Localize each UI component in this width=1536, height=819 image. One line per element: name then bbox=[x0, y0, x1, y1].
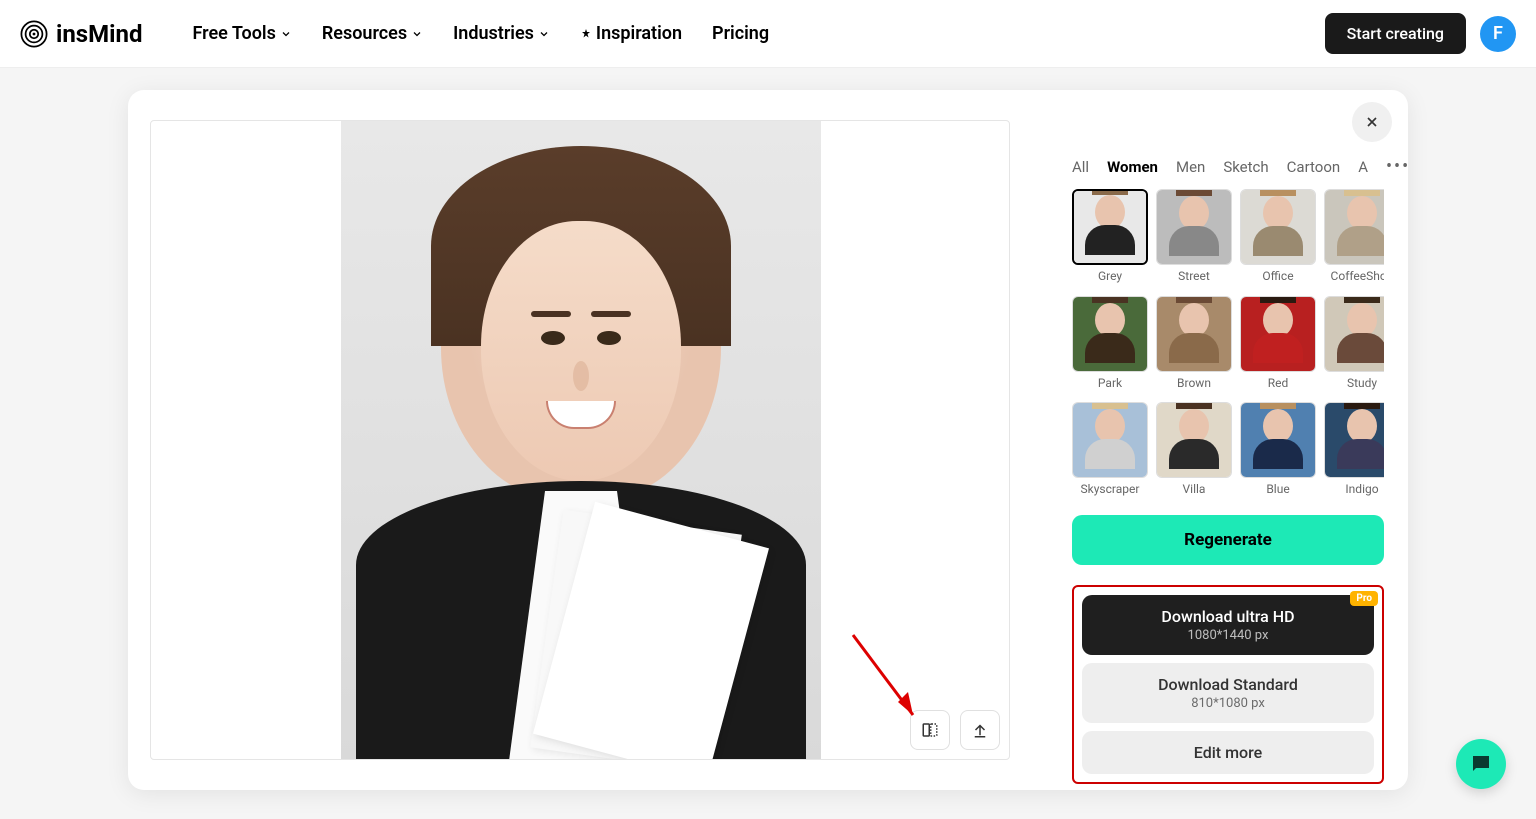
download-standard-button[interactable]: Download Standard 810*1080 px bbox=[1082, 663, 1374, 723]
avatar[interactable]: F bbox=[1480, 16, 1516, 52]
download-hd-title: Download ultra HD bbox=[1094, 607, 1362, 626]
style-blue[interactable]: Blue bbox=[1240, 402, 1316, 501]
nav-free-tools[interactable]: Free Tools bbox=[192, 23, 291, 44]
style-red[interactable]: Red bbox=[1240, 296, 1316, 395]
nav-label: Inspiration bbox=[596, 23, 682, 44]
style-label: Villa bbox=[1183, 482, 1206, 496]
regenerate-button[interactable]: Regenerate bbox=[1072, 515, 1384, 565]
style-thumb bbox=[1324, 296, 1384, 372]
nav-label: Free Tools bbox=[192, 23, 275, 44]
style-villa[interactable]: Villa bbox=[1156, 402, 1232, 501]
main-image bbox=[341, 121, 821, 760]
tab-a[interactable]: A bbox=[1358, 158, 1368, 176]
style-indigo[interactable]: Indigo bbox=[1324, 402, 1384, 501]
header: insMind Free Tools Resources Industries Ins… bbox=[0, 0, 1536, 68]
sparkle-icon bbox=[580, 28, 592, 40]
style-label: Street bbox=[1178, 269, 1210, 283]
nav-label: Pricing bbox=[712, 23, 769, 44]
chat-icon bbox=[1469, 752, 1493, 776]
style-thumb bbox=[1324, 189, 1384, 265]
style-label: Blue bbox=[1266, 482, 1289, 496]
style-thumb bbox=[1240, 402, 1316, 478]
style-park[interactable]: Park bbox=[1072, 296, 1148, 395]
arrow-annotation bbox=[848, 630, 928, 730]
style-brown[interactable]: Brown bbox=[1156, 296, 1232, 395]
sidebar: All Women Men Sketch Cartoon A ••• Grey Street O… bbox=[1048, 90, 1408, 790]
style-grid: Grey Street Office CoffeeShop Park Brown Red St… bbox=[1072, 189, 1384, 501]
upload-button[interactable] bbox=[960, 710, 1000, 750]
style-label: Brown bbox=[1177, 376, 1211, 390]
pro-badge: Pro bbox=[1350, 591, 1378, 606]
style-label: Park bbox=[1098, 376, 1122, 390]
style-thumb bbox=[1072, 189, 1148, 265]
nav-pricing[interactable]: Pricing bbox=[712, 23, 769, 44]
start-creating-button[interactable]: Start creating bbox=[1325, 13, 1466, 54]
canvas-area bbox=[128, 90, 1048, 790]
style-thumb bbox=[1156, 402, 1232, 478]
header-right: Start creating F bbox=[1325, 13, 1516, 54]
nav-label: Resources bbox=[322, 23, 407, 44]
style-thumb bbox=[1240, 296, 1316, 372]
style-office[interactable]: Office bbox=[1240, 189, 1316, 288]
nav-inspiration[interactable]: Inspiration bbox=[580, 23, 682, 44]
tab-men[interactable]: Men bbox=[1176, 158, 1205, 176]
tab-all[interactable]: All bbox=[1072, 158, 1089, 176]
style-grey[interactable]: Grey bbox=[1072, 189, 1148, 288]
nav: Free Tools Resources Industries Inspiration… bbox=[192, 23, 769, 44]
nav-label: Industries bbox=[453, 23, 534, 44]
logo-icon bbox=[20, 20, 48, 48]
style-label: Red bbox=[1268, 376, 1289, 390]
edit-more-label: Edit more bbox=[1094, 743, 1362, 762]
style-thumb bbox=[1324, 402, 1384, 478]
close-button[interactable] bbox=[1352, 102, 1392, 142]
tab-women[interactable]: Women bbox=[1107, 158, 1158, 176]
logo[interactable]: insMind bbox=[20, 20, 142, 48]
download-panel: Pro Download ultra HD 1080*1440 px Downl… bbox=[1072, 585, 1384, 784]
style-label: Office bbox=[1262, 269, 1293, 283]
download-std-sub: 810*1080 px bbox=[1094, 696, 1362, 711]
workspace: All Women Men Sketch Cartoon A ••• Grey Street O… bbox=[128, 90, 1408, 790]
tab-cartoon[interactable]: Cartoon bbox=[1287, 158, 1341, 176]
style-coffeeshop[interactable]: CoffeeShop bbox=[1324, 189, 1384, 288]
chat-button[interactable] bbox=[1456, 739, 1506, 789]
brand-text: insMind bbox=[56, 20, 142, 48]
close-icon bbox=[1364, 114, 1380, 130]
style-thumb bbox=[1156, 296, 1232, 372]
nav-industries[interactable]: Industries bbox=[453, 23, 550, 44]
nav-resources[interactable]: Resources bbox=[322, 23, 423, 44]
download-ultra-hd-button[interactable]: Pro Download ultra HD 1080*1440 px bbox=[1082, 595, 1374, 655]
chevron-down-icon bbox=[280, 28, 292, 40]
chevron-down-icon bbox=[538, 28, 550, 40]
tab-sketch[interactable]: Sketch bbox=[1223, 158, 1268, 176]
more-icon[interactable]: ••• bbox=[1386, 156, 1410, 177]
edit-more-button[interactable]: Edit more bbox=[1082, 731, 1374, 774]
style-thumb bbox=[1072, 296, 1148, 372]
category-tabs: AllWomenMenSketchCartoonA••• bbox=[1072, 156, 1384, 177]
chevron-down-icon bbox=[411, 28, 423, 40]
download-std-title: Download Standard bbox=[1094, 675, 1362, 694]
style-label: Skyscraper bbox=[1081, 482, 1140, 496]
style-thumb bbox=[1072, 402, 1148, 478]
style-study[interactable]: Study bbox=[1324, 296, 1384, 395]
style-label: Indigo bbox=[1345, 482, 1378, 496]
style-label: Study bbox=[1347, 376, 1377, 390]
style-label: Grey bbox=[1098, 269, 1122, 283]
style-thumb bbox=[1240, 189, 1316, 265]
style-thumb bbox=[1156, 189, 1232, 265]
style-street[interactable]: Street bbox=[1156, 189, 1232, 288]
style-skyscraper[interactable]: Skyscraper bbox=[1072, 402, 1148, 501]
style-label: CoffeeShop bbox=[1331, 269, 1384, 283]
download-hd-sub: 1080*1440 px bbox=[1094, 628, 1362, 643]
